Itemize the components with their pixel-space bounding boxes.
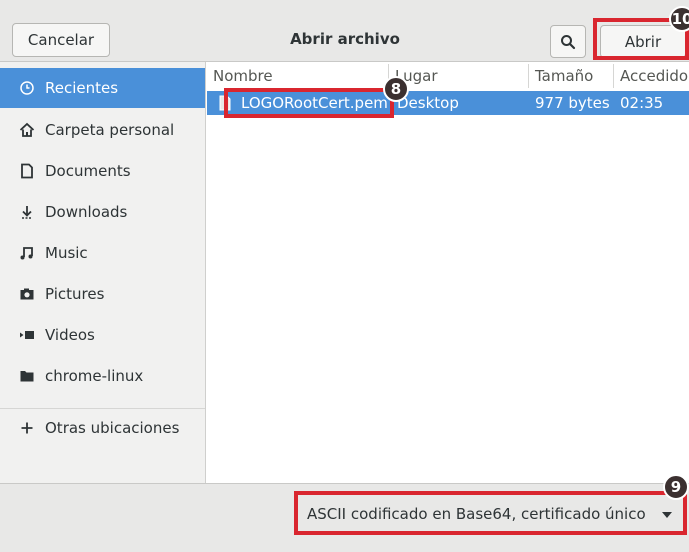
sidebar-item-label: chrome-linux [45, 367, 144, 385]
column-header-nombre[interactable]: Nombre [207, 64, 389, 88]
places-sidebar: Recientes Carpeta personal Documents Dow… [0, 62, 206, 483]
file-accessed: 02:35 [620, 94, 664, 112]
file-size: 977 bytes [535, 94, 610, 112]
column-header-lugar[interactable]: Lugar [389, 64, 529, 88]
camera-icon [18, 285, 36, 303]
home-icon [18, 121, 36, 139]
sidebar-item-videos[interactable]: Videos [0, 315, 205, 355]
search-icon [561, 34, 576, 49]
sidebar-item-carpeta-personal[interactable]: Carpeta personal [0, 110, 205, 150]
sidebar-item-label: Carpeta personal [45, 121, 175, 139]
sidebar-item-label: Videos [45, 326, 95, 344]
document-icon [18, 162, 36, 180]
plus-icon [18, 419, 36, 437]
cancel-button-label: Cancelar [27, 31, 95, 49]
sidebar-item-recientes[interactable]: Recientes [0, 68, 205, 108]
dialog-title: Abrir archivo [290, 30, 400, 48]
file-type-filter-highlight [294, 491, 687, 535]
sidebar-item-label: Music [45, 244, 88, 262]
sidebar-item-label: Downloads [45, 203, 128, 221]
sidebar-item-otras-ubicaciones[interactable]: Otras ubicaciones [0, 408, 205, 448]
video-icon [18, 326, 36, 344]
column-header-accedido[interactable]: Accedido [614, 64, 689, 88]
sidebar-item-documents[interactable]: Documents [0, 151, 205, 191]
sidebar-item-label: Recientes [45, 79, 119, 97]
sidebar-item-label: Documents [45, 162, 131, 180]
sidebar-item-label: Otras ubicaciones [45, 419, 180, 437]
sidebar-item-label: Pictures [45, 285, 105, 303]
music-icon [18, 244, 36, 262]
sidebar-item-chrome-linux[interactable]: chrome-linux [0, 356, 205, 396]
folder-icon [18, 367, 36, 385]
step-marker-9: 9 [663, 474, 689, 500]
search-button[interactable] [550, 25, 586, 58]
sidebar-item-music[interactable]: Music [0, 233, 205, 273]
file-name-highlight [224, 88, 394, 118]
column-header-tamano[interactable]: Tamaño [529, 64, 614, 88]
download-icon [18, 203, 36, 221]
step-marker-8: 8 [383, 76, 409, 102]
cancel-button[interactable]: Cancelar [12, 23, 110, 57]
sidebar-item-pictures[interactable]: Pictures [0, 274, 205, 314]
step-marker-10: 10 [669, 6, 689, 32]
sidebar-item-downloads[interactable]: Downloads [0, 192, 205, 232]
clock-icon [18, 79, 36, 97]
